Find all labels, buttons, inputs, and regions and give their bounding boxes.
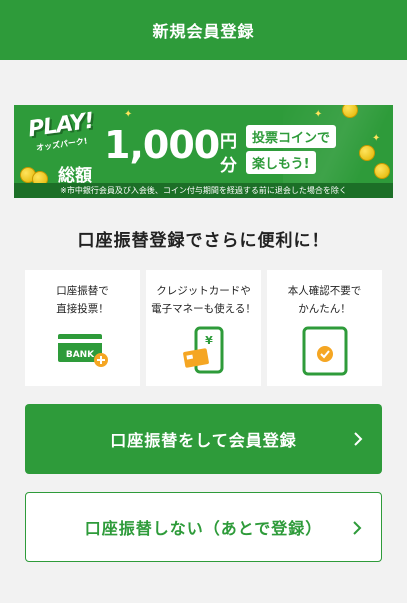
bank-label: BANK — [66, 350, 95, 360]
sparkle-icon: ✦ — [314, 109, 323, 120]
banner-unit-yen: 円 — [220, 132, 237, 152]
chevron-right-icon — [354, 432, 363, 446]
bank-card-icon: BANK — [25, 326, 140, 376]
register-without-bank-transfer-button[interactable]: 口座振替しない（あとで登録） — [25, 492, 382, 562]
section-title: 口座振替登録でさらに便利に！ — [77, 231, 330, 251]
button-label: 口座振替をして会員登録 — [110, 431, 297, 450]
page-header: 新規会員登録 — [0, 0, 407, 60]
sparkle-icon: ✦ — [372, 133, 381, 144]
feature-text: 口座振替で 直接投票！ — [56, 285, 109, 315]
coin-icon — [374, 163, 390, 179]
feature-card-card-payment: クレジットカードや 電子マネーも使える！ ¥ — [146, 270, 261, 386]
banner-tagline-2: 楽しもう! — [246, 151, 316, 174]
feature-text: 本人確認不要で かんたん！ — [287, 285, 362, 315]
banner-amount: 1,000 — [104, 123, 220, 167]
chevron-right-icon — [353, 521, 362, 535]
phone-card-icon: ¥ — [146, 326, 261, 376]
sparkle-icon: ✦ — [124, 109, 133, 120]
feature-text: クレジットカードや 電子マネーも使える！ — [151, 285, 256, 315]
yen-label: ¥ — [205, 334, 213, 347]
promo-banner[interactable]: ✦ ✦ ✦ PLAY! オッズパーク! 総額 1,000 円 分 投票コインで … — [14, 105, 393, 198]
page-title: 新規会員登録 — [152, 22, 255, 41]
feature-card-no-verification: 本人確認不要で かんたん！ — [267, 270, 382, 386]
register-with-bank-transfer-button[interactable]: 口座振替をして会員登録 — [25, 404, 382, 474]
coin-icon — [359, 145, 375, 161]
phone-check-icon — [267, 326, 382, 376]
banner-footnote: ※市中銀行会員及び入会後、コイン付与期間を経過する前に退会した場合を除く — [14, 183, 393, 198]
banner-tagline-1: 投票コインで — [246, 125, 337, 148]
button-label: 口座振替しない（あとで登録） — [84, 519, 323, 538]
banner-unit-fun: 分 — [220, 156, 237, 176]
feature-card-direct-vote: 口座振替で 直接投票！ BANK — [25, 270, 140, 386]
